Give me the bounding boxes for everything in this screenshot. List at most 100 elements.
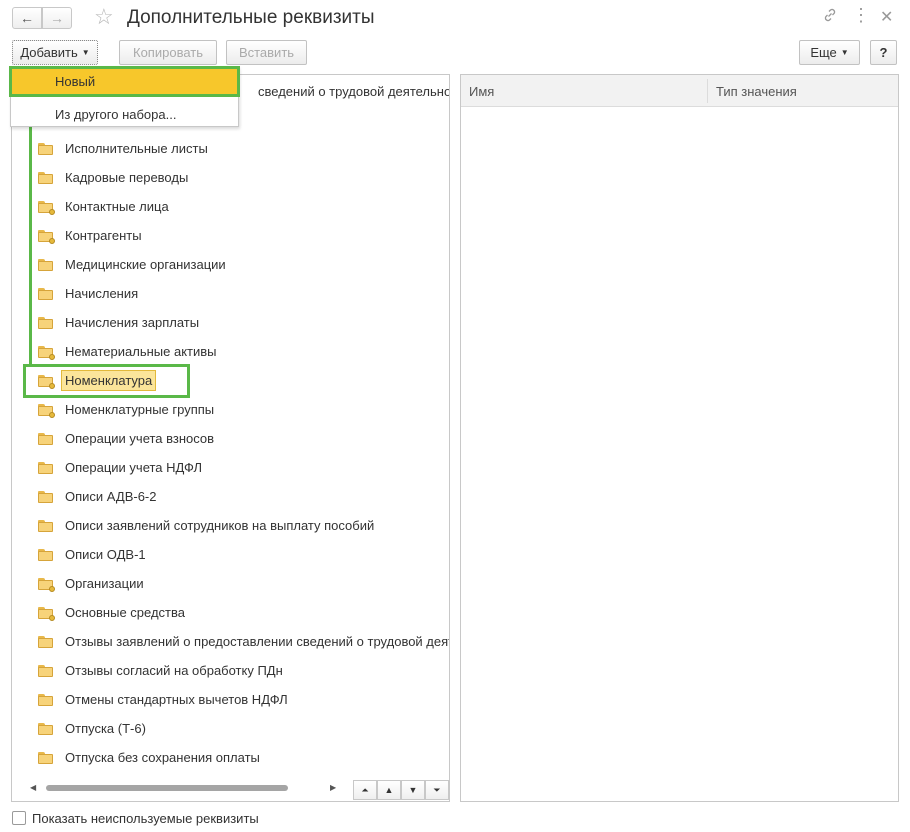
tree-item-label: Организации [65, 575, 144, 591]
tree-item[interactable]: Организации [38, 571, 144, 595]
folder-icon [38, 519, 53, 532]
folder-icon [38, 287, 53, 300]
tree-item[interactable]: Отзывы заявлений о предоставлении сведен… [38, 629, 450, 653]
folder-icon [38, 577, 55, 592]
object-tree-panel[interactable]: сведений о трудовой деятельност Исполнит… [11, 74, 450, 802]
tree-item[interactable]: Описи ОДВ-1 [38, 542, 146, 566]
tree-item[interactable]: Начисления [38, 281, 138, 305]
paste-button[interactable]: Вставить [226, 40, 307, 65]
tree-item[interactable]: Описи заявлений сотрудников на выплату п… [38, 513, 374, 537]
folder-icon [38, 229, 55, 244]
folder-icon [38, 316, 53, 329]
folder-icon [38, 722, 53, 735]
tree-item[interactable]: Начисления зарплаты [38, 310, 199, 334]
scroll-right-icon[interactable]: ▶ [330, 783, 336, 792]
move-up-icon: ▲ [384, 785, 394, 795]
more-vertical-icon[interactable]: ⋮ [852, 5, 870, 26]
folder-icon [38, 171, 53, 184]
tree-item[interactable]: Номенклатурные группы [38, 397, 214, 421]
folder-icon [38, 693, 53, 706]
folder-icon [38, 345, 55, 360]
link-icon-svg [824, 8, 836, 22]
copy-button[interactable]: Копировать [119, 40, 217, 65]
grid-header: Имя Тип значения [461, 75, 898, 107]
tree-item[interactable]: Основные средства [38, 600, 185, 624]
properties-grid[interactable]: Имя Тип значения [460, 74, 899, 802]
tree-item[interactable]: Отпуска (Т-6) [38, 716, 146, 740]
folder-icon [38, 461, 53, 474]
tree-item-label: Исполнительные листы [65, 140, 208, 156]
tree-item[interactable]: Отмены стандартных вычетов НДФЛ [38, 687, 288, 711]
folder-icon [38, 432, 53, 445]
tree-item[interactable]: Отзывы согласий на обработку ПДн [38, 658, 283, 682]
tree-item-label: Начисления [65, 285, 139, 301]
column-divider[interactable] [707, 79, 708, 103]
chevron-down-icon: ▼ [840, 48, 849, 57]
tree-item-label: Отзывы заявлений о предоставлении сведен… [65, 633, 450, 649]
tree-item[interactable]: Контрагенты [38, 223, 142, 247]
folder-icon [38, 200, 55, 215]
move-to-top-button[interactable]: ⏶ [353, 780, 377, 800]
forward-arrow-icon: → [50, 10, 64, 26]
folder-icon [38, 751, 53, 764]
tree-item-label: Операции учета взносов [65, 430, 215, 446]
back-arrow-icon: ← [20, 10, 34, 26]
scroll-left-icon[interactable]: ◀ [30, 783, 36, 792]
more-button[interactable]: Еще ▼ [799, 40, 860, 65]
show-unused-checkbox[interactable] [12, 811, 26, 825]
tree-item-label: Операции учета НДФЛ [65, 459, 203, 475]
tree-item-label: Отпуска (Т-6) [65, 720, 146, 736]
tree-item-label: Отзывы согласий на обработку ПДн [65, 662, 283, 678]
title-bar: ← → ☆ Дополнительные реквизиты ⋮ ✕ [0, 0, 910, 36]
folder-icon [38, 606, 55, 621]
tree-item-label: Отмены стандартных вычетов НДФЛ [65, 691, 288, 707]
tree-item[interactable]: Описи АДВ-6-2 [38, 484, 156, 508]
menu-item-new[interactable]: Новый [9, 66, 240, 97]
column-header-value-type[interactable]: Тип значения [716, 84, 797, 99]
folder-icon [38, 258, 53, 271]
folder-icon [38, 490, 53, 503]
column-header-name[interactable]: Имя [469, 84, 494, 99]
forward-button[interactable]: → [42, 7, 72, 29]
tree-truncated-item[interactable]: сведений о трудовой деятельност [258, 84, 449, 99]
tree-item[interactable]: Исполнительные листы [38, 136, 208, 160]
move-down-icon: ▼ [408, 785, 418, 795]
move-to-bottom-button[interactable]: ⏷ [425, 780, 449, 800]
tree-item[interactable]: Контактные лица [38, 194, 169, 218]
horizontal-scrollbar[interactable]: ◀ ▶ [24, 781, 336, 799]
tree-item[interactable]: Отпуска без сохранения оплаты [38, 745, 260, 769]
annotation-arrow-line [29, 98, 32, 366]
tree-item[interactable]: Кадровые переводы [38, 165, 188, 189]
help-button[interactable]: ? [870, 40, 897, 65]
close-icon[interactable]: ✕ [880, 7, 893, 27]
folder-icon [38, 548, 53, 561]
tree-item-label: Начисления зарплаты [65, 314, 200, 330]
tree-item[interactable]: Операции учета НДФЛ [38, 455, 202, 479]
add-dropdown-menu: Новый Из другого набора... [9, 66, 240, 128]
add-button[interactable]: Добавить ▼ [12, 40, 98, 65]
folder-icon [38, 635, 53, 648]
scrollbar-thumb[interactable] [46, 785, 288, 791]
move-down-button[interactable]: ▼ [401, 780, 425, 800]
more-button-label: Еще [810, 45, 837, 60]
tree-item[interactable]: Медицинские организации [38, 252, 226, 276]
tree-item-label: Номенклатурные группы [65, 401, 215, 417]
tree-item-label: Отпуска без сохранения оплаты [65, 749, 260, 765]
page-title: Дополнительные реквизиты [127, 7, 375, 28]
favorite-star-icon[interactable]: ☆ [94, 5, 114, 29]
tree-item-label: Описи ОДВ-1 [65, 546, 146, 562]
tree-item-label: Контрагенты [65, 227, 142, 243]
folder-icon [38, 664, 53, 677]
back-button[interactable]: ← [12, 7, 42, 29]
tree-item-label: Описи АДВ-6-2 [65, 488, 157, 504]
selection-highlight-box [23, 364, 190, 398]
move-up-button[interactable]: ▲ [377, 780, 401, 800]
tree-item[interactable]: Нематериальные активы [38, 339, 217, 363]
tree-item-label: Основные средства [65, 604, 185, 620]
chevron-down-icon: ▼ [81, 48, 90, 57]
tree-item[interactable]: Операции учета взносов [38, 426, 214, 450]
menu-item-from-other-set[interactable]: Из другого набора... [11, 100, 238, 128]
link-icon[interactable] [822, 7, 838, 28]
show-unused-label[interactable]: Показать неиспользуемые реквизиты [32, 811, 259, 826]
move-bottom-icon: ⏷ [433, 784, 441, 795]
